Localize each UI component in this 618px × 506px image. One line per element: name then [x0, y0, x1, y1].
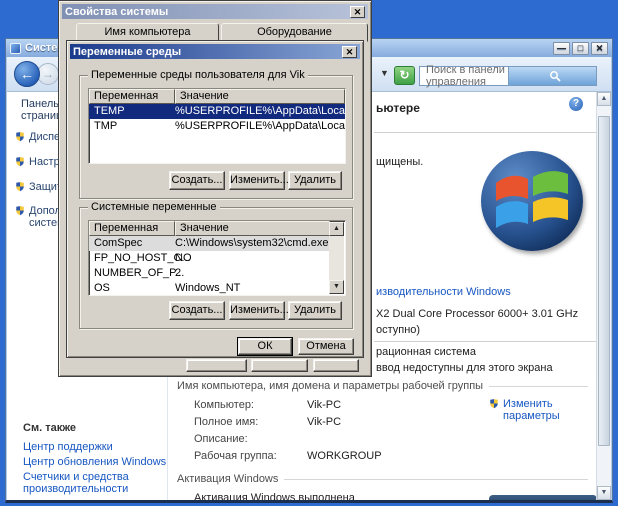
section-divider: [374, 341, 596, 342]
processor-fragment: X2 Dual Core Processor 6000+ 3.01 GHz: [376, 308, 578, 320]
user-variables-table[interactable]: Переменная Значение TEMP %USERPROFILE%\A…: [88, 88, 346, 164]
search-input[interactable]: Поиск в панели управления: [419, 66, 597, 86]
close-icon[interactable]: ✕: [342, 46, 357, 58]
windows-logo-icon: [481, 151, 583, 251]
system-edit-button[interactable]: Изменить...: [229, 301, 285, 320]
system-variables-group-label: Системные переменные: [88, 201, 220, 213]
hidden-apply-button[interactable]: [313, 359, 359, 372]
computer-name-section-header: Имя компьютера, имя домена и параметры р…: [177, 380, 588, 392]
help-icon[interactable]: ?: [569, 97, 583, 111]
scroll-up-icon[interactable]: ▲: [597, 92, 611, 106]
uac-shield-icon: [15, 181, 25, 192]
scroll-down-icon[interactable]: ▼: [597, 486, 611, 500]
search-placeholder: Поиск в панели управления: [420, 64, 508, 88]
see-also-header: См. также: [23, 422, 76, 434]
sidebar-link-windows-update[interactable]: Центр обновления Windows: [23, 456, 166, 468]
table-row[interactable]: NUMBER_OF_P... 2: [89, 266, 330, 281]
scroll-up-icon[interactable]: ▲: [329, 222, 344, 236]
sidebar-link-support-center[interactable]: Центр поддержки: [23, 441, 113, 453]
row-value: Vik-PC: [307, 399, 341, 411]
system-type-fragment: рационная система: [376, 346, 476, 358]
address-dropdown-icon[interactable]: ▼: [380, 68, 389, 78]
table-header[interactable]: Переменная Значение: [89, 89, 345, 104]
minimize-button[interactable]: —: [553, 42, 570, 55]
memory-fragment: оступно): [376, 324, 420, 336]
search-button[interactable]: [508, 67, 597, 85]
row-label: Описание:: [194, 433, 248, 445]
system-variables-group: Системные переменные Переменная Значение…: [79, 207, 353, 329]
row-value: WORKGROUP: [307, 450, 382, 462]
environment-variables-titlebar[interactable]: Переменные среды ✕: [70, 44, 360, 59]
uac-shield-icon: [489, 398, 499, 409]
table-header[interactable]: Переменная Значение: [89, 221, 330, 236]
table-row[interactable]: FP_NO_HOST_C... NO: [89, 251, 330, 266]
change-settings-label: Изменить: [503, 398, 553, 410]
activation-section-header: Активация Windows: [177, 473, 588, 485]
pen-touch-fragment: ввод недоступны для этого экрана: [376, 362, 553, 374]
page-title-fragment: ьютере: [376, 101, 420, 115]
system-window-icon: [10, 43, 21, 54]
cancel-button[interactable]: Отмена: [298, 338, 354, 355]
genuine-windows-logo: [489, 495, 596, 500]
user-variables-group-label: Переменные среды пользователя для Vik: [88, 69, 308, 81]
row-value: Vik-PC: [307, 416, 341, 428]
uac-shield-icon: [15, 156, 25, 167]
scrollbar-thumb[interactable]: [598, 116, 610, 446]
back-button[interactable]: ←: [14, 61, 40, 87]
copyright-fragment: щищены.: [376, 156, 423, 168]
change-settings-label-line2: параметры: [503, 410, 560, 422]
maximize-button[interactable]: □: [572, 42, 589, 55]
heading-divider: [374, 132, 596, 133]
forward-button[interactable]: →: [37, 63, 59, 85]
windows-flag-icon: [481, 151, 583, 251]
user-new-button[interactable]: Создать...: [169, 171, 225, 190]
table-row[interactable]: TEMP %USERPROFILE%\AppData\Local\Temp: [89, 104, 345, 119]
system-variables-table[interactable]: Переменная Значение ComSpec C:\Windows\s…: [88, 220, 346, 296]
dialog-title: Переменные среды: [73, 46, 181, 58]
row-label: Рабочая группа:: [194, 450, 277, 462]
main-scrollbar[interactable]: ▲ ▼: [596, 92, 611, 500]
uac-shield-icon: [15, 131, 25, 142]
table-row[interactable]: ComSpec C:\Windows\system32\cmd.exe: [89, 236, 330, 251]
system-new-button[interactable]: Создать...: [169, 301, 225, 320]
dialog-title: Свойства системы: [65, 6, 168, 18]
system-delete-button[interactable]: Удалить: [288, 301, 342, 320]
column-value[interactable]: Значение: [175, 221, 330, 236]
list-scrollbar[interactable]: ▲ ▼: [329, 222, 344, 294]
close-icon[interactable]: ✕: [350, 6, 365, 18]
row-label: Полное имя:: [194, 416, 258, 428]
user-variables-group: Переменные среды пользователя для Vik Пе…: [79, 75, 353, 199]
user-delete-button[interactable]: Удалить: [288, 171, 342, 190]
sidebar-link-performance-counters[interactable]: Счетчики и средства производительности: [23, 471, 147, 495]
close-button[interactable]: ✕: [591, 42, 608, 55]
hidden-ok-button[interactable]: [186, 359, 247, 372]
column-variable[interactable]: Переменная: [89, 221, 175, 236]
table-row[interactable]: OS Windows_NT: [89, 281, 330, 296]
refresh-button[interactable]: ↻: [394, 66, 415, 85]
performance-index-link-fragment[interactable]: изводительности Windows: [376, 286, 511, 298]
activation-status-fragment: Активация Windows выполнена: [194, 492, 355, 500]
system-properties-titlebar: Свойства системы ✕: [62, 4, 368, 19]
environment-variables-dialog: Переменные среды ✕ Переменные среды поль…: [66, 40, 364, 358]
column-variable[interactable]: Переменная: [89, 89, 175, 104]
ok-button[interactable]: ОК: [238, 338, 292, 355]
uac-shield-icon: [15, 205, 25, 216]
table-row[interactable]: TMP %USERPROFILE%\AppData\Local\Temp: [89, 119, 345, 134]
scroll-down-icon[interactable]: ▼: [329, 280, 344, 294]
search-icon: [549, 70, 561, 82]
change-settings-link[interactable]: Изменить параметры: [489, 398, 560, 422]
row-label: Компьютер:: [194, 399, 254, 411]
column-value[interactable]: Значение: [175, 89, 345, 104]
hidden-cancel-button[interactable]: [251, 359, 308, 372]
user-edit-button[interactable]: Изменить...: [229, 171, 285, 190]
